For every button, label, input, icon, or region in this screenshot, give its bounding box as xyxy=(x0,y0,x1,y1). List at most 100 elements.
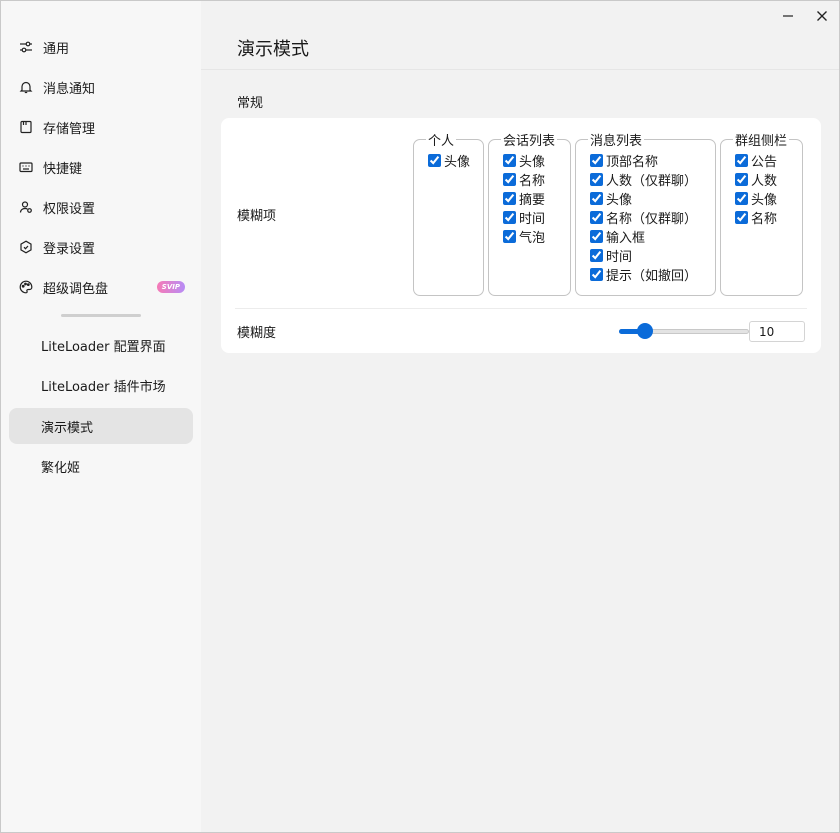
sidebar-item-liteloader-market[interactable]: LiteLoader 插件市场 xyxy=(9,367,193,403)
checkbox-message-avatar[interactable]: 头像 xyxy=(590,189,709,208)
sidebar-item-palette[interactable]: 超级调色盘 SVIP xyxy=(9,269,193,305)
sidebar-item-notifications[interactable]: 消息通知 xyxy=(9,69,193,105)
checkbox-session-time[interactable]: 时间 xyxy=(503,208,564,227)
checkbox-label: 头像 xyxy=(444,155,471,170)
checkbox[interactable] xyxy=(428,154,441,167)
settings-card: 模糊项 个人 头像 会话列表 头像 名称 摘要 时间 气泡 消息列表 顶部名称 … xyxy=(221,118,821,353)
keyboard-icon xyxy=(17,158,35,176)
sidebar: 通用 消息通知 存储管理 快捷键 权限设置 登录设置 超级调色盘 SVIP Li… xyxy=(1,1,201,832)
checkbox-label: 时间 xyxy=(606,250,633,265)
sidebar-item-shortcuts[interactable]: 快捷键 xyxy=(9,149,193,185)
row-divider xyxy=(235,308,807,309)
close-icon xyxy=(817,11,827,21)
checkbox-label: 头像 xyxy=(519,155,546,170)
checkbox[interactable] xyxy=(735,154,748,167)
sidebar-item-label: LiteLoader 插件市场 xyxy=(41,379,166,395)
checkbox[interactable] xyxy=(735,173,748,186)
checkbox-label: 时间 xyxy=(519,212,546,227)
svip-badge: SVIP xyxy=(156,281,185,293)
checkbox-group-member-count[interactable]: 人数 xyxy=(735,170,796,189)
sidebar-item-label: 演示模式 xyxy=(41,420,94,436)
checkbox-message-input[interactable]: 输入框 xyxy=(590,227,709,246)
checkbox-label: 摘要 xyxy=(519,193,546,208)
checkbox-message-hint[interactable]: 提示（如撤回） xyxy=(590,265,709,284)
checkbox-label: 提示（如撤回） xyxy=(606,269,698,284)
palette-icon xyxy=(17,278,35,296)
checkbox[interactable] xyxy=(503,154,516,167)
bell-icon xyxy=(17,78,35,96)
checkbox-label: 输入框 xyxy=(606,231,646,246)
checkbox-session-summary[interactable]: 摘要 xyxy=(503,189,564,208)
sidebar-item-label: 权限设置 xyxy=(43,201,96,217)
checkbox-session-bubble[interactable]: 气泡 xyxy=(503,227,564,246)
hexagon-icon xyxy=(17,238,35,256)
sidebar-item-liteloader-config[interactable]: LiteLoader 配置界面 xyxy=(9,327,193,363)
user-permission-icon xyxy=(17,198,35,216)
checkbox-label: 名称 xyxy=(751,212,778,227)
minimize-button[interactable] xyxy=(777,5,799,27)
checkbox-message-member-count[interactable]: 人数（仅群聊） xyxy=(590,170,709,189)
group-legend: 消息列表 xyxy=(590,134,643,149)
checkbox[interactable] xyxy=(735,211,748,224)
storage-icon xyxy=(17,118,35,136)
sidebar-item-traditional-chinese[interactable]: 繁化姬 xyxy=(9,448,193,484)
checkbox-label: 头像 xyxy=(606,193,633,208)
blur-level-input[interactable] xyxy=(749,321,805,342)
checkbox-message-time[interactable]: 时间 xyxy=(590,246,709,265)
blur-level-slider[interactable] xyxy=(619,323,749,339)
sidebar-item-label: 存储管理 xyxy=(43,121,96,137)
sidebar-item-storage[interactable]: 存储管理 xyxy=(9,109,193,145)
checkbox[interactable] xyxy=(590,268,603,281)
group-group-sidebar: 群组侧栏 公告 人数 头像 名称 xyxy=(720,130,803,296)
checkbox[interactable] xyxy=(590,192,603,205)
blur-level-label: 模糊度 xyxy=(237,326,277,341)
sidebar-divider xyxy=(61,314,141,317)
group-legend: 群组侧栏 xyxy=(735,134,788,149)
blur-items-label: 模糊项 xyxy=(237,209,277,224)
checkbox-group-notice[interactable]: 公告 xyxy=(735,151,796,170)
checkbox-session-name[interactable]: 名称 xyxy=(503,170,564,189)
checkbox-personal-avatar[interactable]: 头像 xyxy=(428,151,477,170)
group-legend: 会话列表 xyxy=(503,134,556,149)
group-legend: 个人 xyxy=(428,134,455,149)
settings-window: 通用 消息通知 存储管理 快捷键 权限设置 登录设置 超级调色盘 SVIP Li… xyxy=(0,0,840,833)
slider-thumb[interactable] xyxy=(637,323,653,339)
sidebar-item-label: 通用 xyxy=(43,41,70,57)
sidebar-item-label: LiteLoader 配置界面 xyxy=(41,339,166,355)
checkbox-label: 头像 xyxy=(751,193,778,208)
group-session-list: 会话列表 头像 名称 摘要 时间 气泡 xyxy=(488,130,571,296)
minimize-icon xyxy=(783,15,793,17)
checkbox[interactable] xyxy=(590,211,603,224)
sidebar-item-demo-mode[interactable]: 演示模式 xyxy=(9,408,193,444)
checkbox-label: 气泡 xyxy=(519,231,546,246)
checkbox[interactable] xyxy=(503,230,516,243)
group-message-list: 消息列表 顶部名称 人数（仅群聊） 头像 名称（仅群聊） 输入框 时间 提示（如… xyxy=(575,130,716,296)
checkbox-label: 人数 xyxy=(751,174,778,189)
sidebar-item-login[interactable]: 登录设置 xyxy=(9,229,193,265)
checkbox-label: 顶部名称 xyxy=(606,155,659,170)
checkbox-group-name[interactable]: 名称 xyxy=(735,208,796,227)
checkbox[interactable] xyxy=(590,249,603,262)
sidebar-item-label: 快捷键 xyxy=(43,161,83,177)
checkbox[interactable] xyxy=(503,173,516,186)
checkbox[interactable] xyxy=(590,173,603,186)
checkbox-session-avatar[interactable]: 头像 xyxy=(503,151,564,170)
checkbox[interactable] xyxy=(590,154,603,167)
sidebar-item-permissions[interactable]: 权限设置 xyxy=(9,189,193,225)
checkbox-label: 人数（仅群聊） xyxy=(606,174,698,189)
checkbox[interactable] xyxy=(590,230,603,243)
checkbox[interactable] xyxy=(503,192,516,205)
checkbox[interactable] xyxy=(735,192,748,205)
sidebar-item-general[interactable]: 通用 xyxy=(9,29,193,65)
window-controls xyxy=(777,5,833,27)
group-personal: 个人 头像 xyxy=(413,130,484,296)
checkbox-label: 名称 xyxy=(519,174,546,189)
checkbox[interactable] xyxy=(503,211,516,224)
sidebar-item-label: 繁化姬 xyxy=(41,460,81,476)
checkbox-message-top-name[interactable]: 顶部名称 xyxy=(590,151,709,170)
close-button[interactable] xyxy=(811,5,833,27)
checkbox-message-name[interactable]: 名称（仅群聊） xyxy=(590,208,709,227)
section-title: 常规 xyxy=(237,96,264,111)
checkbox-group-avatar[interactable]: 头像 xyxy=(735,189,796,208)
checkbox-label: 公告 xyxy=(751,155,778,170)
